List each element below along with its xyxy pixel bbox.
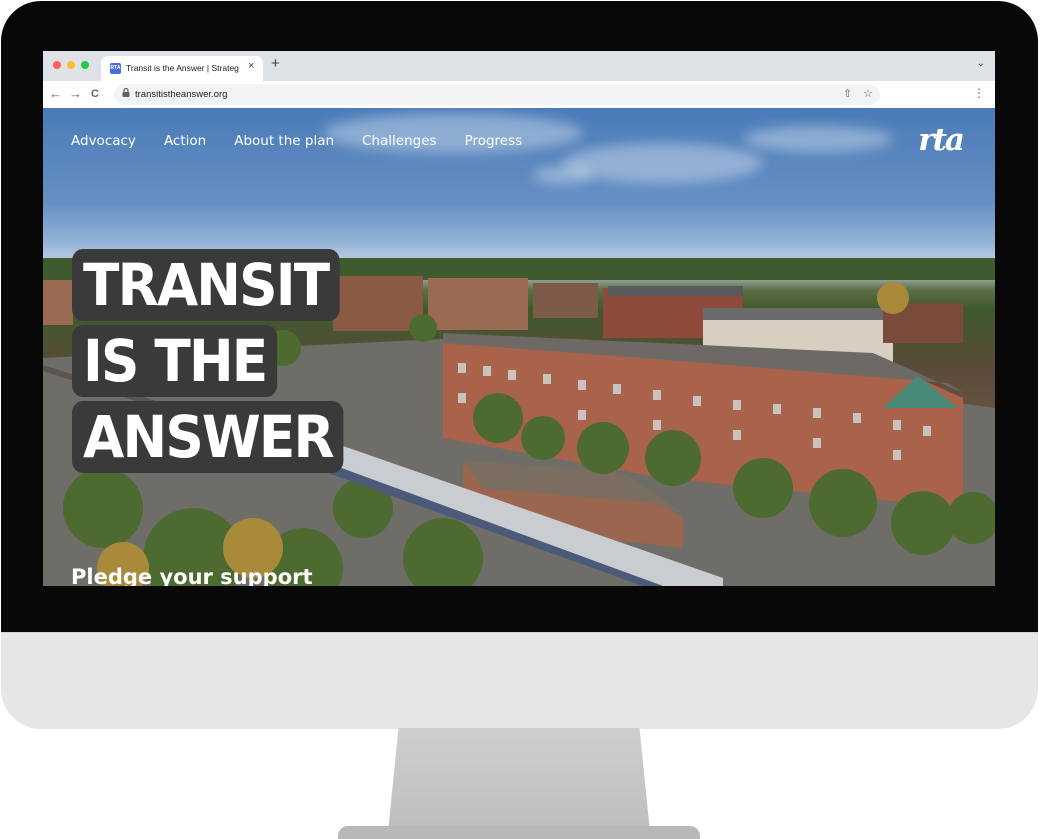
headline-line: IS THE xyxy=(72,325,278,397)
address-bar[interactable]: transitistheanswer.org ⇧ ☆ xyxy=(114,84,880,105)
lock-icon xyxy=(122,87,130,99)
browser-toolbar: ← → C transitistheanswer.org ⇧ ☆ ⋮ xyxy=(43,81,995,109)
headline-line: TRANSIT xyxy=(72,249,340,321)
back-button[interactable]: ← xyxy=(49,86,62,101)
tab-list-chevron-icon[interactable]: ⌄ xyxy=(977,58,985,69)
bookmark-star-icon[interactable]: ☆ xyxy=(863,87,873,100)
pledge-support-heading[interactable]: Pledge your support xyxy=(71,565,313,586)
browser-tabbar: RTA Transit is the Answer | Strateg × + … xyxy=(43,51,995,81)
minimize-window-button[interactable] xyxy=(67,61,75,69)
forward-button[interactable]: → xyxy=(69,86,82,101)
monitor-chin xyxy=(1,632,1038,729)
site-favicon-icon: RTA xyxy=(110,63,121,74)
monitor-stand-base xyxy=(338,826,700,839)
nav-progress[interactable]: Progress xyxy=(465,133,523,149)
browser-menu-icon[interactable]: ⋮ xyxy=(973,86,985,100)
tab-close-icon[interactable]: × xyxy=(248,60,254,72)
rta-logo[interactable]: rta xyxy=(918,122,965,158)
maximize-window-button[interactable] xyxy=(81,61,89,69)
hero-headline: TRANSIT IS THE ANSWER xyxy=(72,249,367,477)
hero-section: Advocacy Action About the plan Challenge… xyxy=(43,108,995,586)
nav-action[interactable]: Action xyxy=(164,133,206,149)
nav-challenges[interactable]: Challenges xyxy=(362,133,437,149)
share-icon[interactable]: ⇧ xyxy=(843,87,852,100)
site-nav: Advocacy Action About the plan Challenge… xyxy=(71,133,550,149)
tab-title: Transit is the Answer | Strateg xyxy=(126,63,239,73)
headline-line: ANSWER xyxy=(72,401,344,473)
nav-advocacy[interactable]: Advocacy xyxy=(71,133,136,149)
url-text: transitistheanswer.org xyxy=(135,89,228,100)
screen: RTA Transit is the Answer | Strateg × + … xyxy=(43,51,995,586)
browser-tab[interactable]: RTA Transit is the Answer | Strateg × xyxy=(101,56,263,81)
new-tab-button[interactable]: + xyxy=(271,55,280,72)
monitor-stand xyxy=(388,728,650,832)
nav-about-the-plan[interactable]: About the plan xyxy=(234,133,334,149)
reload-button[interactable]: C xyxy=(91,88,99,100)
close-window-button[interactable] xyxy=(53,61,61,69)
